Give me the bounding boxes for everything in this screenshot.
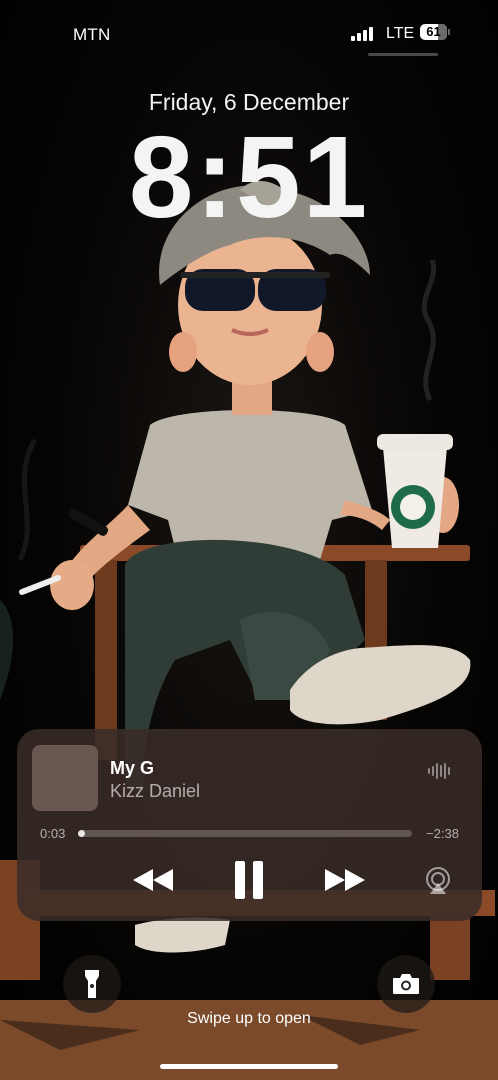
status-bar: MTN LTE 61 <box>0 0 498 60</box>
flashlight-icon <box>85 970 99 998</box>
rewind-button[interactable] <box>127 862 179 898</box>
playback-scrubber[interactable] <box>78 830 412 837</box>
track-title: My G <box>110 758 155 778</box>
flashlight-button[interactable] <box>63 955 121 1013</box>
album-artwork[interactable] <box>32 745 98 811</box>
battery-icon: 61 <box>420 24 450 40</box>
airplay-button[interactable] <box>421 865 455 897</box>
home-indicator[interactable] <box>160 1064 338 1069</box>
pause-icon <box>235 861 263 899</box>
rewind-icon <box>133 869 173 891</box>
pause-button[interactable] <box>223 859 275 901</box>
network-type-label: LTE <box>386 25 415 42</box>
fast-forward-icon <box>325 869 365 891</box>
swipe-up-hint: Swipe up to open <box>187 1010 311 1027</box>
camera-icon <box>393 974 419 994</box>
remaining-time: −2:38 <box>426 826 459 841</box>
track-artist: Kizz Daniel <box>110 781 201 801</box>
fast-forward-button[interactable] <box>319 862 371 898</box>
cellular-signal-icon <box>351 27 377 41</box>
airplay-icon <box>426 867 450 894</box>
waveform-icon <box>428 762 454 780</box>
camera-button[interactable] <box>377 955 435 1013</box>
carrier-label: MTN <box>73 25 111 44</box>
playback-progress-fill <box>78 830 85 837</box>
lock-screen-time: 8:51 <box>128 112 370 242</box>
elapsed-time: 0:03 <box>40 826 66 841</box>
now-playing-widget[interactable]: My G Kizz Daniel 0:03 −2:38 <box>17 729 482 921</box>
battery-level: 61 <box>426 24 441 39</box>
control-center-indicator[interactable] <box>368 53 438 56</box>
